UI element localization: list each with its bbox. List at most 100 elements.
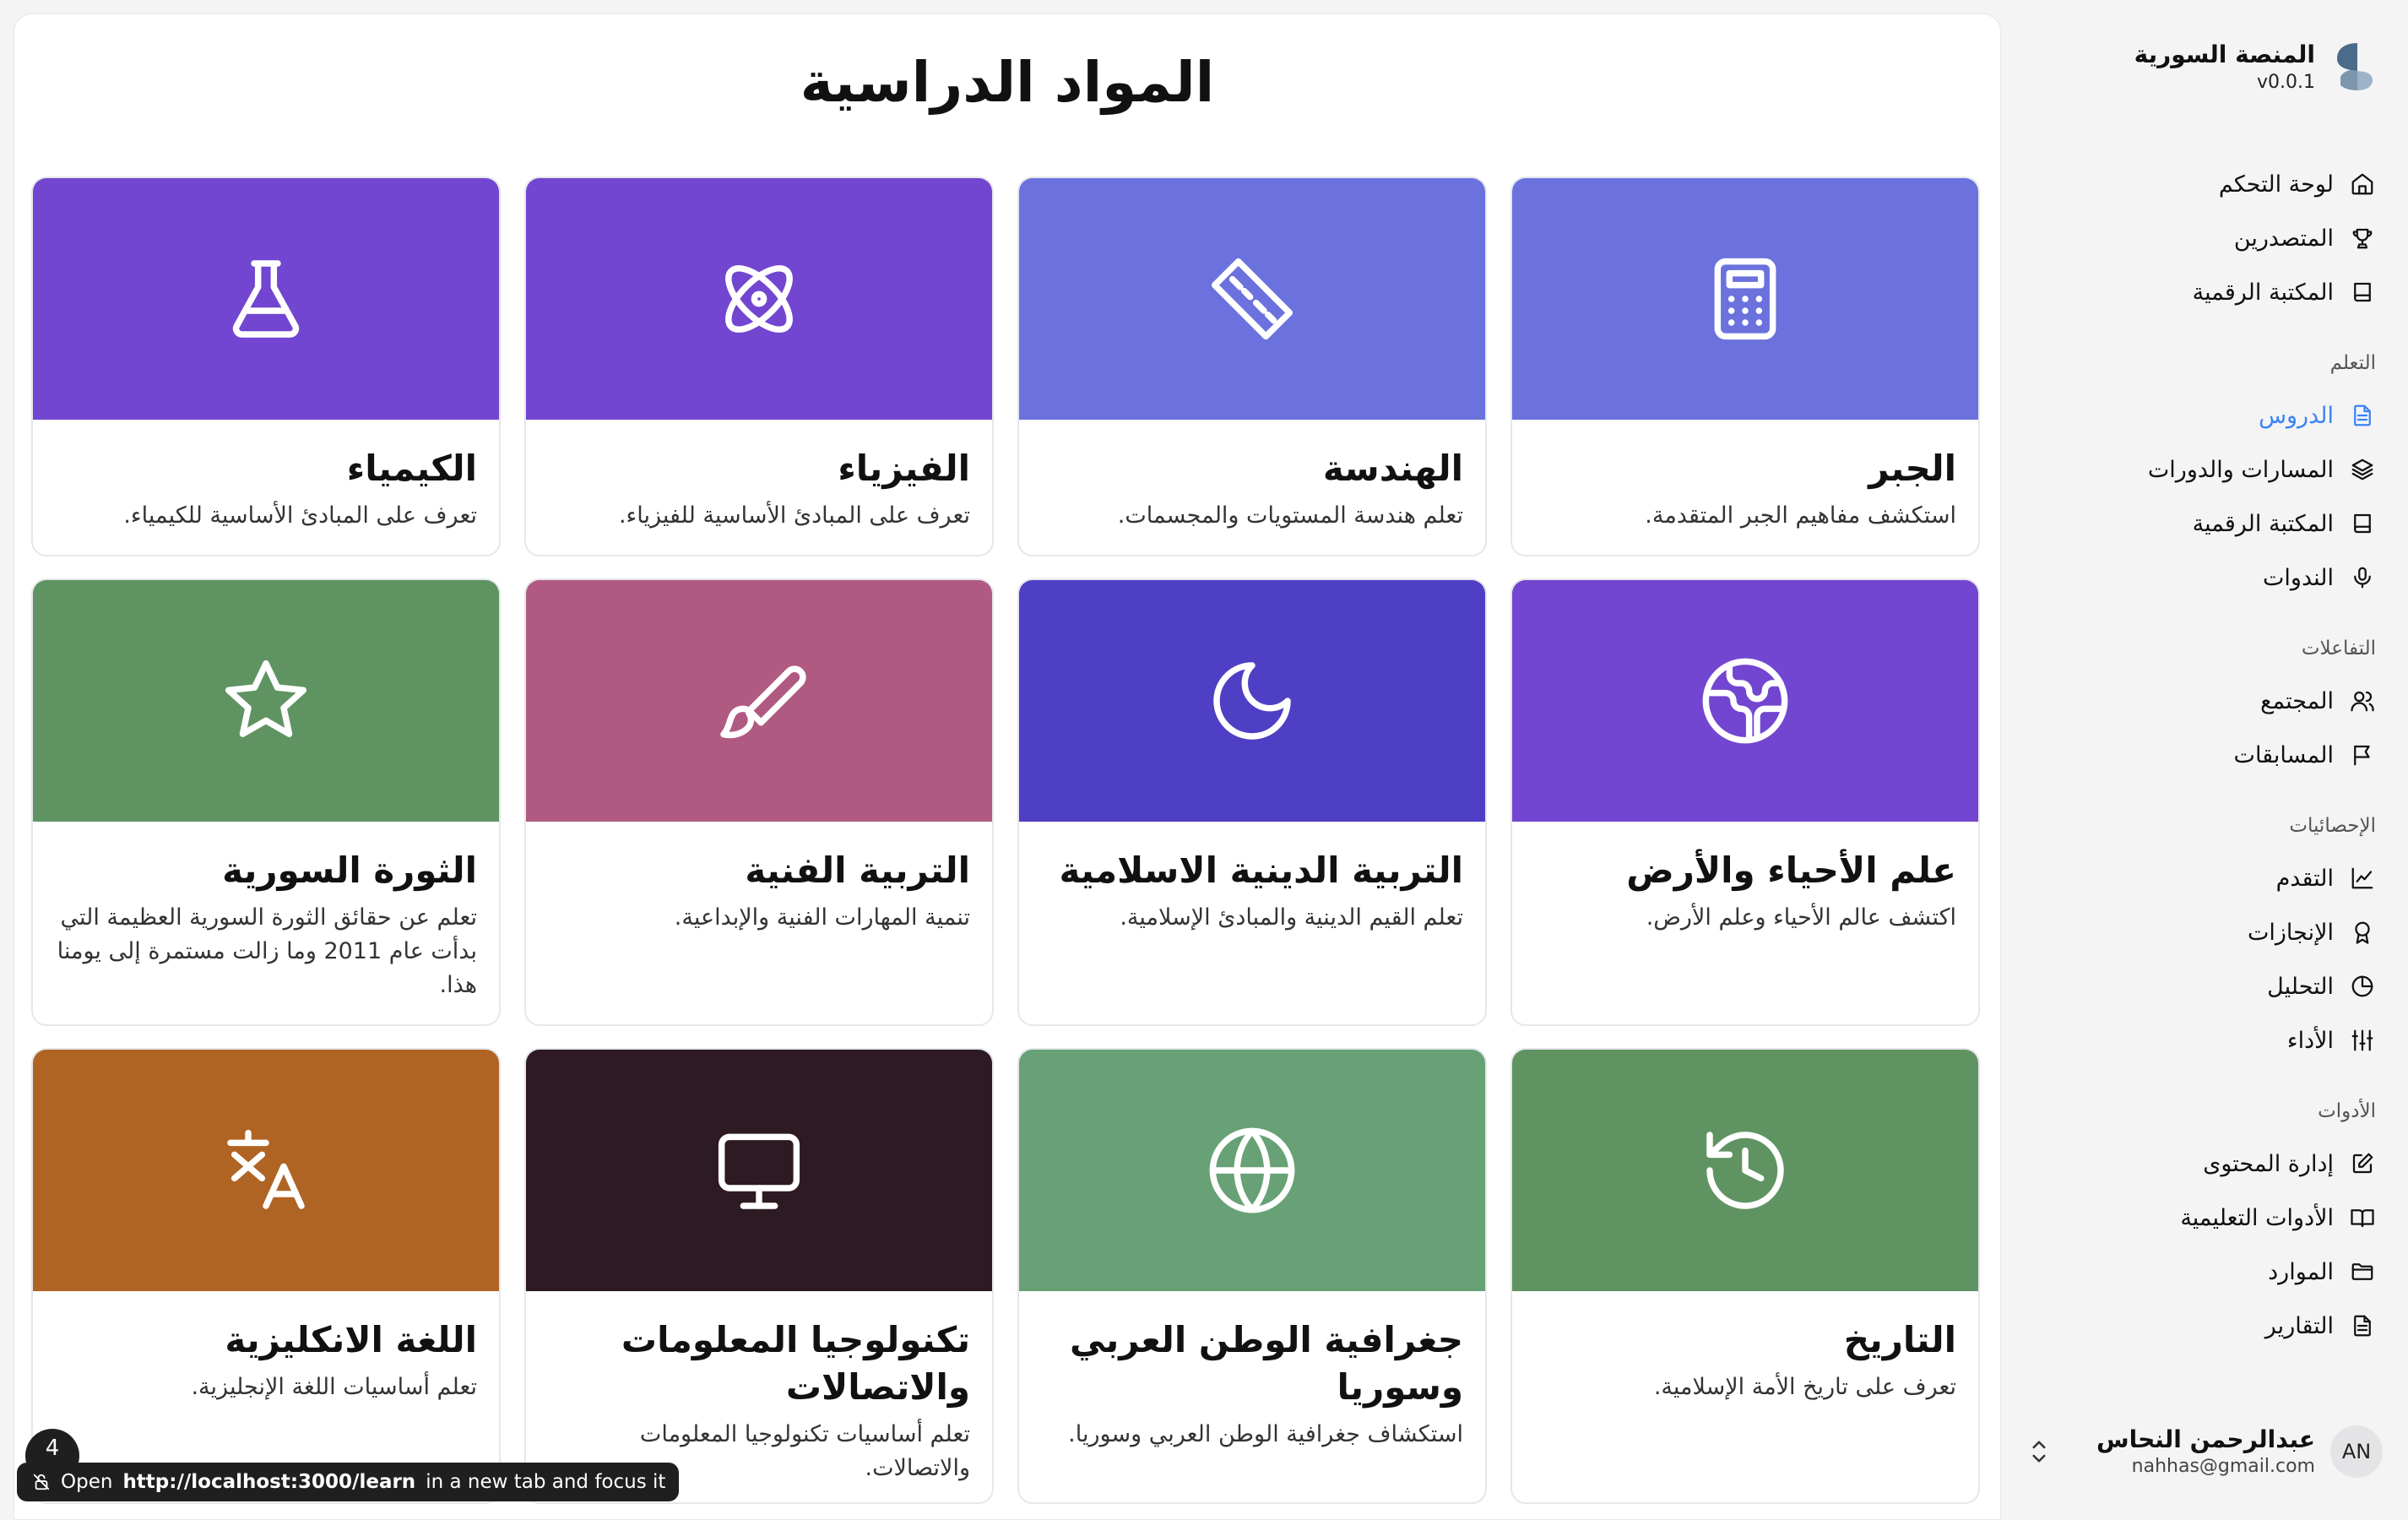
- subject-card-physics[interactable]: الفيزياء تعرف على المبادئ الأساسية للفيز…: [524, 176, 994, 556]
- sidebar-item-digital-library-2[interactable]: المكتبة الرقمية: [2026, 497, 2383, 551]
- sidebar-item-lessons[interactable]: الدروس: [2026, 388, 2383, 442]
- subject-card-ict[interactable]: تكنولوجيا المعلومات والاتصالات تعلم أساس…: [524, 1048, 994, 1504]
- sliders-icon: [2349, 1027, 2376, 1054]
- layers-icon: [2349, 456, 2376, 483]
- card-title: الفيزياء: [838, 448, 970, 489]
- subject-card-english[interactable]: اللغة الانكليزية تعلم أساسيات اللغة الإن…: [31, 1048, 501, 1504]
- card-banner: [1019, 580, 1485, 822]
- ruler-icon: [1211, 258, 1293, 340]
- sidebar-item-label: الأدوات التعليمية: [2180, 1204, 2334, 1231]
- subjects-grid: الجبر استكشف مفاهيم الجبر المتقدمة. الهن…: [31, 176, 1980, 1504]
- subject-card-history[interactable]: التاريخ تعرف على تاريخ الأمة الإسلامية.: [1510, 1048, 1980, 1504]
- sidebar-item-digital-library[interactable]: المكتبة الرقمية: [2026, 265, 2383, 319]
- card-description: تعرف على تاريخ الأمة الإسلامية.: [1653, 1374, 1956, 1400]
- sidebar-item-label: المسابقات: [2233, 741, 2334, 768]
- sidebar-item-label: الإنجازات: [2247, 919, 2334, 946]
- sidebar-item-content-management[interactable]: إدارة المحتوى: [2026, 1137, 2383, 1191]
- sidebar-item-paths-courses[interactable]: المسارات والدورات: [2026, 442, 2383, 497]
- card-title: جغرافية الوطن العربي وسوريا: [1070, 1319, 1463, 1408]
- card-banner: [526, 580, 992, 822]
- user-menu[interactable]: AN عبدالرحمن النحاس nahhas@gmail.com: [2026, 1417, 2383, 1486]
- card-description: استكشاف جغرافية الوطن العربي وسوريا.: [1068, 1421, 1463, 1447]
- sidebar-item-label: المسارات والدورات: [2147, 456, 2334, 483]
- pie-chart-icon: [2349, 973, 2376, 1000]
- file-text-icon: [2349, 402, 2376, 429]
- card-title: الجبر: [1868, 448, 1956, 489]
- sidebar-item-label: المتصدرين: [2233, 225, 2334, 252]
- sidebar-item-progress[interactable]: التقدم: [2026, 851, 2383, 905]
- sidebar-item-performance[interactable]: الأداء: [2026, 1013, 2383, 1067]
- sidebar-item-label: الأداء: [2286, 1027, 2334, 1054]
- card-description: اكتشف عالم الأحياء وعلم الأرض.: [1646, 904, 1956, 931]
- sidebar-item-label: المكتبة الرقمية: [2192, 510, 2334, 537]
- user-email: nahhas@gmail.com: [2131, 1456, 2315, 1477]
- star-icon: [225, 660, 307, 737]
- subject-card-geography[interactable]: جغرافية الوطن العربي وسوريا استكشاف جغرا…: [1017, 1048, 1487, 1504]
- card-description: استكشف مفاهيم الجبر المتقدمة.: [1645, 502, 1956, 529]
- nav-group-label-learning: التعلم: [2329, 352, 2376, 374]
- card-description: تعلم أساسيات اللغة الإنجليزية.: [191, 1374, 477, 1400]
- subject-card-islamic-education[interactable]: التربية الدينية الاسلامية تعلم القيم الد…: [1017, 578, 1487, 1026]
- card-title: التاريخ: [1843, 1319, 1956, 1360]
- card-banner: [1019, 178, 1485, 420]
- card-description: تعرف على المبادئ الأساسية للفيزياء.: [618, 502, 970, 529]
- sidebar-nav: لوحة التحكم المتصدرين المكتبة الرقمية ال…: [2026, 157, 2383, 1353]
- sidebar-item-resources[interactable]: الموارد: [2026, 1245, 2383, 1299]
- subject-card-chemistry[interactable]: الكيمياء تعرف على المبادئ الأساسية للكيم…: [31, 176, 501, 556]
- sidebar-item-webinars[interactable]: الندوات: [2026, 551, 2383, 605]
- sidebar-item-leaderboard[interactable]: المتصدرين: [2026, 211, 2383, 265]
- card-banner: [33, 1050, 499, 1291]
- nav-group-label-tools: الأدوات: [2318, 1100, 2376, 1122]
- card-description: تعرف على المبادئ الأساسية للكيمياء.: [123, 502, 477, 529]
- card-banner: [1019, 1050, 1485, 1291]
- subject-card-biology-earth[interactable]: علم الأحياء والأرض اكتشف عالم الأحياء وع…: [1510, 578, 1980, 1026]
- book-icon: [2349, 279, 2376, 306]
- sidebar-item-label: الموارد: [2268, 1258, 2334, 1285]
- subject-card-algebra[interactable]: الجبر استكشف مفاهيم الجبر المتقدمة.: [1510, 176, 1980, 556]
- mic-icon: [2349, 564, 2376, 591]
- tooltip-prefix: Open: [61, 1471, 113, 1493]
- monitor-icon: [718, 1133, 800, 1209]
- brand[interactable]: المنصة السورية v0.0.1: [2026, 30, 2383, 103]
- translate-icon: [227, 1129, 305, 1209]
- card-title: التربية الدينية الاسلامية: [1059, 850, 1463, 891]
- subject-card-geometry[interactable]: الهندسة تعلم هندسة المستويات والمجسمات.: [1017, 176, 1487, 556]
- brand-name: المنصة السورية: [2134, 41, 2315, 68]
- globe-icon: [1209, 1127, 1295, 1213]
- card-banner: [1512, 178, 1978, 420]
- sidebar-item-competitions[interactable]: المسابقات: [2026, 728, 2383, 782]
- moon-icon: [1213, 662, 1291, 740]
- sidebar-item-dashboard[interactable]: لوحة التحكم: [2026, 157, 2383, 211]
- card-banner: [33, 178, 499, 420]
- main-panel: المواد الدراسية الجبر استكشف مفاهيم الجب…: [14, 14, 2001, 1520]
- sidebar-item-achievements[interactable]: الإنجازات: [2026, 905, 2383, 959]
- sidebar-item-label: الدروس: [2259, 402, 2334, 429]
- users-icon: [2349, 687, 2376, 714]
- user-name: عبدالرحمن النحاس: [2096, 1425, 2315, 1453]
- sidebar: المنصة السورية v0.0.1 لوحة التحكم المتصد…: [2001, 0, 2408, 1520]
- book-icon: [2349, 510, 2376, 537]
- flask-icon: [232, 260, 300, 338]
- card-description: تعلم القيم الدينية والمبادئ الإسلامية.: [1120, 904, 1463, 931]
- sidebar-item-community[interactable]: المجتمع: [2026, 674, 2383, 728]
- book-open-icon: [2349, 1204, 2376, 1231]
- earth-icon: [1702, 658, 1788, 744]
- sidebar-item-label: التحليل: [2267, 973, 2334, 1000]
- tooltip-url: http://localhost:3000/learn: [122, 1471, 416, 1493]
- avatar: AN: [2330, 1425, 2383, 1478]
- sidebar-item-analysis[interactable]: التحليل: [2026, 959, 2383, 1013]
- card-description: تعلم هندسة المستويات والمجسمات.: [1117, 502, 1463, 529]
- subject-card-syrian-revolution[interactable]: الثورة السورية تعلم عن حقائق الثورة السو…: [31, 578, 501, 1026]
- home-icon: [2349, 171, 2376, 198]
- card-title: علم الأحياء والأرض: [1626, 850, 1956, 891]
- line-chart-icon: [2349, 865, 2376, 892]
- subject-card-art-education[interactable]: التربية الفنية تنمية المهارات الفنية وال…: [524, 578, 994, 1026]
- lock-off-icon: [33, 1474, 50, 1490]
- sidebar-item-label: التقارير: [2264, 1312, 2334, 1339]
- card-banner: [526, 1050, 992, 1291]
- sidebar-item-label: لوحة التحكم: [2218, 171, 2334, 198]
- card-title: التربية الفنية: [745, 850, 970, 891]
- sidebar-item-educational-tools[interactable]: الأدوات التعليمية: [2026, 1191, 2383, 1245]
- card-banner: [1512, 1050, 1978, 1291]
- sidebar-item-reports[interactable]: التقارير: [2026, 1299, 2383, 1353]
